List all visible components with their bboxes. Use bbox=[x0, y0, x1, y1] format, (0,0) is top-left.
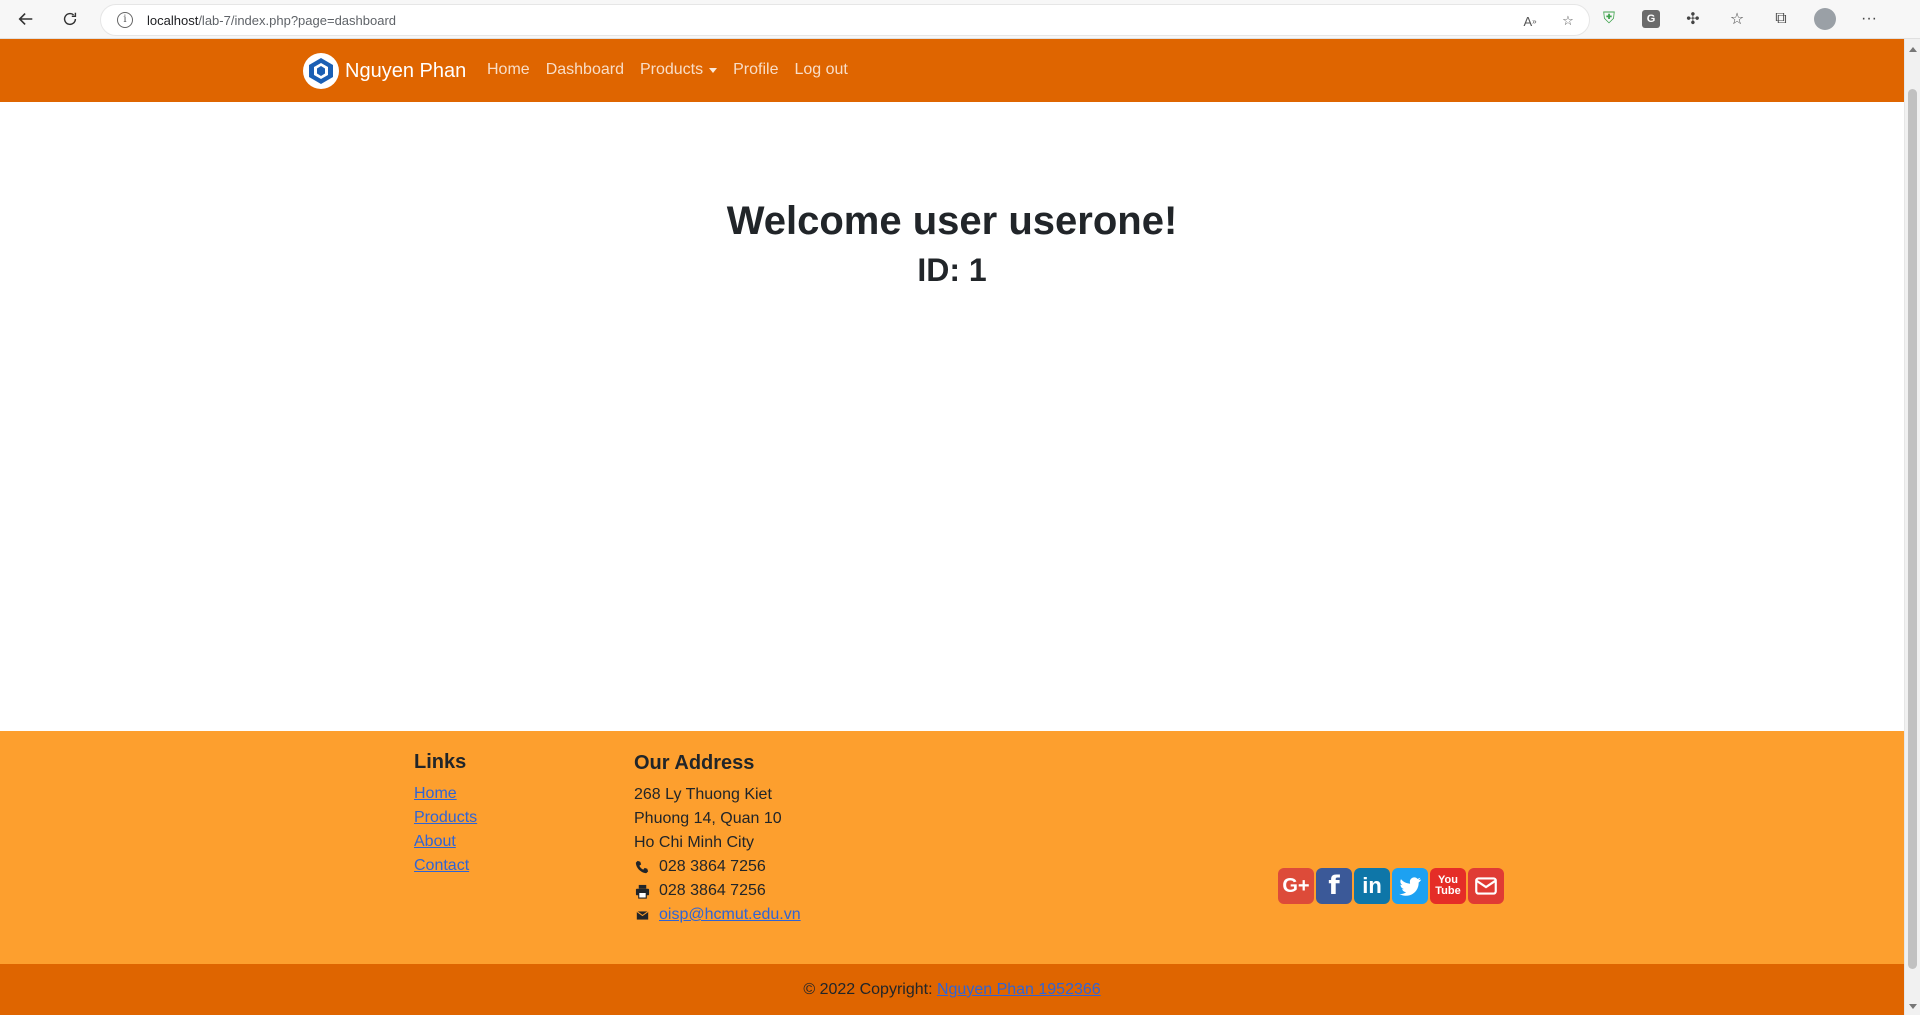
printer-icon bbox=[634, 883, 650, 899]
reload-button[interactable] bbox=[52, 1, 88, 37]
phone-icon bbox=[634, 859, 650, 875]
scroll-thumb[interactable] bbox=[1908, 89, 1917, 969]
footer-links-column: Links Home Products About Contact bbox=[414, 751, 477, 878]
arrow-left-icon bbox=[18, 13, 33, 25]
email-line: oisp@hcmut.edu.vn bbox=[634, 903, 801, 927]
page-scrollbar[interactable] bbox=[1904, 39, 1920, 1015]
footer-link-home[interactable]: Home bbox=[414, 782, 477, 806]
page-content: Nguyen Phan Home Dashboard Products Prof… bbox=[0, 39, 1904, 1015]
more-menu-icon[interactable]: ··· bbox=[1858, 8, 1880, 30]
collections-icon[interactable]: ⧉ bbox=[1770, 8, 1792, 30]
scroll-up-arrow-icon[interactable] bbox=[1909, 47, 1917, 52]
copyright-author-link[interactable]: Nguyen Phan 1952366 bbox=[937, 981, 1101, 998]
browser-toolbar: i localhost/lab-7/index.php?page=dashboa… bbox=[0, 0, 1920, 39]
top-navbar: Nguyen Phan Home Dashboard Products Prof… bbox=[0, 39, 1904, 102]
fax-line: 028 3864 7256 bbox=[634, 879, 801, 903]
footer-link-products[interactable]: Products bbox=[414, 806, 477, 830]
copyright-text: © 2022 Copyright: bbox=[803, 981, 937, 998]
nav-dashboard[interactable]: Dashboard bbox=[546, 61, 624, 79]
copyright-bar: © 2022 Copyright: Nguyen Phan 1952366 bbox=[0, 964, 1904, 1015]
back-button[interactable] bbox=[8, 1, 44, 37]
phone-number: 028 3864 7256 bbox=[659, 858, 766, 875]
reload-icon bbox=[63, 12, 77, 26]
social-icons: G+ f in You Tube bbox=[1278, 868, 1504, 904]
email-link[interactable]: oisp@hcmut.edu.vn bbox=[659, 903, 801, 927]
caret-down-icon bbox=[709, 67, 718, 73]
envelope-icon bbox=[634, 907, 650, 923]
twitter-icon[interactable] bbox=[1392, 868, 1428, 904]
grammar-extension-icon[interactable]: G bbox=[1642, 10, 1660, 28]
address-line: 268 Ly Thuong Kiet bbox=[634, 786, 772, 803]
profile-avatar-icon[interactable] bbox=[1814, 8, 1836, 30]
links-heading: Links bbox=[414, 751, 467, 773]
footer: Links Home Products About Contact Our Ad… bbox=[0, 731, 1904, 964]
footer-link-contact[interactable]: Contact bbox=[414, 854, 477, 878]
nav-products-dropdown[interactable]: Products bbox=[639, 61, 718, 79]
brand-name[interactable]: Nguyen Phan bbox=[345, 60, 466, 83]
linkedin-icon[interactable]: in bbox=[1354, 868, 1390, 904]
facebook-icon[interactable]: f bbox=[1316, 868, 1352, 904]
extensions-puzzle-icon[interactable]: ✣ bbox=[1682, 8, 1704, 30]
address-bar[interactable]: i localhost/lab-7/index.php?page=dashboa… bbox=[100, 4, 1590, 36]
address-line: Phuong 14, Quan 10 bbox=[634, 810, 782, 827]
bk-logo-icon bbox=[303, 53, 339, 89]
nav-products-label: Products bbox=[639, 61, 704, 78]
brand[interactable]: Nguyen Phan bbox=[303, 53, 466, 89]
fax-number: 028 3864 7256 bbox=[659, 882, 766, 899]
youtube-icon[interactable]: You Tube bbox=[1430, 868, 1466, 904]
google-plus-icon[interactable]: G+ bbox=[1278, 868, 1314, 904]
footer-address-column: Our Address 268 Ly Thuong Kiet Phuong 14… bbox=[634, 751, 801, 927]
nav-logout[interactable]: Log out bbox=[794, 61, 847, 79]
info-icon[interactable]: i bbox=[117, 12, 133, 28]
user-id-heading: ID: 1 bbox=[917, 252, 987, 288]
phone-line: 028 3864 7256 bbox=[634, 855, 801, 879]
mail-icon[interactable] bbox=[1468, 868, 1504, 904]
favorite-star-icon[interactable]: ☆ bbox=[1559, 12, 1577, 30]
address-line: Ho Chi Minh City bbox=[634, 834, 755, 851]
nav-home[interactable]: Home bbox=[487, 61, 530, 79]
favorites-icon[interactable]: ☆ bbox=[1726, 8, 1748, 30]
url-text: localhost/lab-7/index.php?page=dashboard bbox=[147, 12, 397, 28]
footer-link-about[interactable]: About bbox=[414, 830, 477, 854]
nav-links: Home Dashboard Products Profile Log out bbox=[487, 61, 848, 79]
nav-profile[interactable]: Profile bbox=[733, 61, 778, 79]
address-heading: Our Address bbox=[634, 752, 755, 774]
shield-extension-icon[interactable]: ⛨ bbox=[1598, 8, 1620, 30]
scroll-down-arrow-icon[interactable] bbox=[1909, 1004, 1917, 1009]
read-aloud-icon[interactable]: A» bbox=[1521, 12, 1539, 30]
welcome-heading: Welcome user userone! bbox=[726, 199, 1178, 243]
